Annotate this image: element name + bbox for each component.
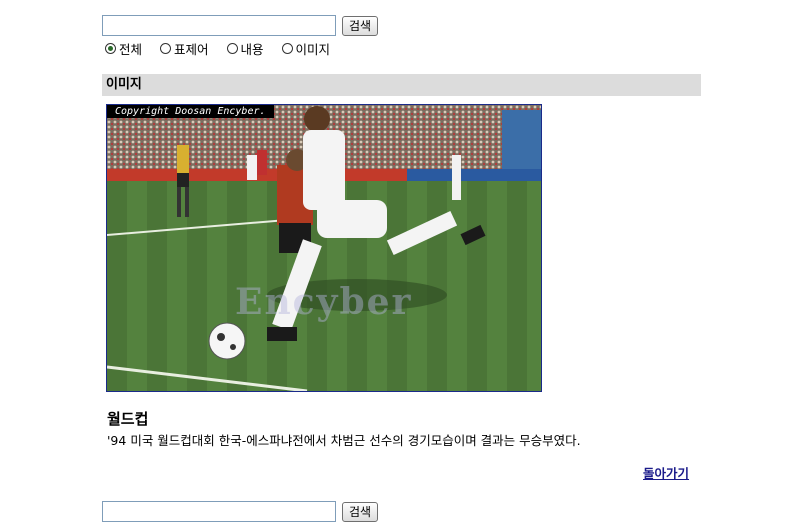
copyright-label: Copyright Doosan Encyber. (107, 105, 274, 118)
option-headword[interactable]: 표제어 (160, 39, 209, 58)
bottom-search-bar: 검색 (102, 501, 379, 522)
search-input[interactable] (102, 15, 336, 36)
radio-button[interactable] (160, 43, 172, 54)
option-label: 표제어 (174, 42, 209, 57)
search-options: 전체 표제어 내용 이미지 (105, 39, 348, 58)
option-label: 전체 (119, 42, 143, 57)
radio-button[interactable] (105, 43, 116, 54)
encyclopedia-photo: Encyber Copyright Doosan Encyber. (106, 104, 542, 392)
back-link[interactable]: 돌아가기 (643, 463, 689, 482)
option-image[interactable]: 이미지 (281, 39, 331, 58)
option-label: 내용 (240, 42, 264, 57)
option-content[interactable]: 내용 (226, 39, 264, 58)
section-header: 이미지 (102, 74, 701, 96)
option-all[interactable]: 전체 (105, 39, 142, 58)
bottom-search-button[interactable]: 검색 (342, 501, 379, 522)
entry-title: 월드컵 (107, 410, 149, 428)
entry-caption: '94 미국 월드컵대회 한국-에스파냐전에서 차범근 선수의 경기모습이며 결… (107, 433, 581, 448)
radio-button[interactable] (281, 43, 293, 54)
search-button[interactable]: 검색 (342, 15, 379, 36)
option-label: 이미지 (295, 42, 331, 57)
bottom-search-input[interactable] (102, 501, 336, 522)
radio-button[interactable] (226, 43, 238, 54)
watermark-text: Encyber (235, 281, 413, 323)
top-search-bar: 검색 (102, 15, 379, 36)
soccer-photo-illustration (107, 105, 541, 391)
